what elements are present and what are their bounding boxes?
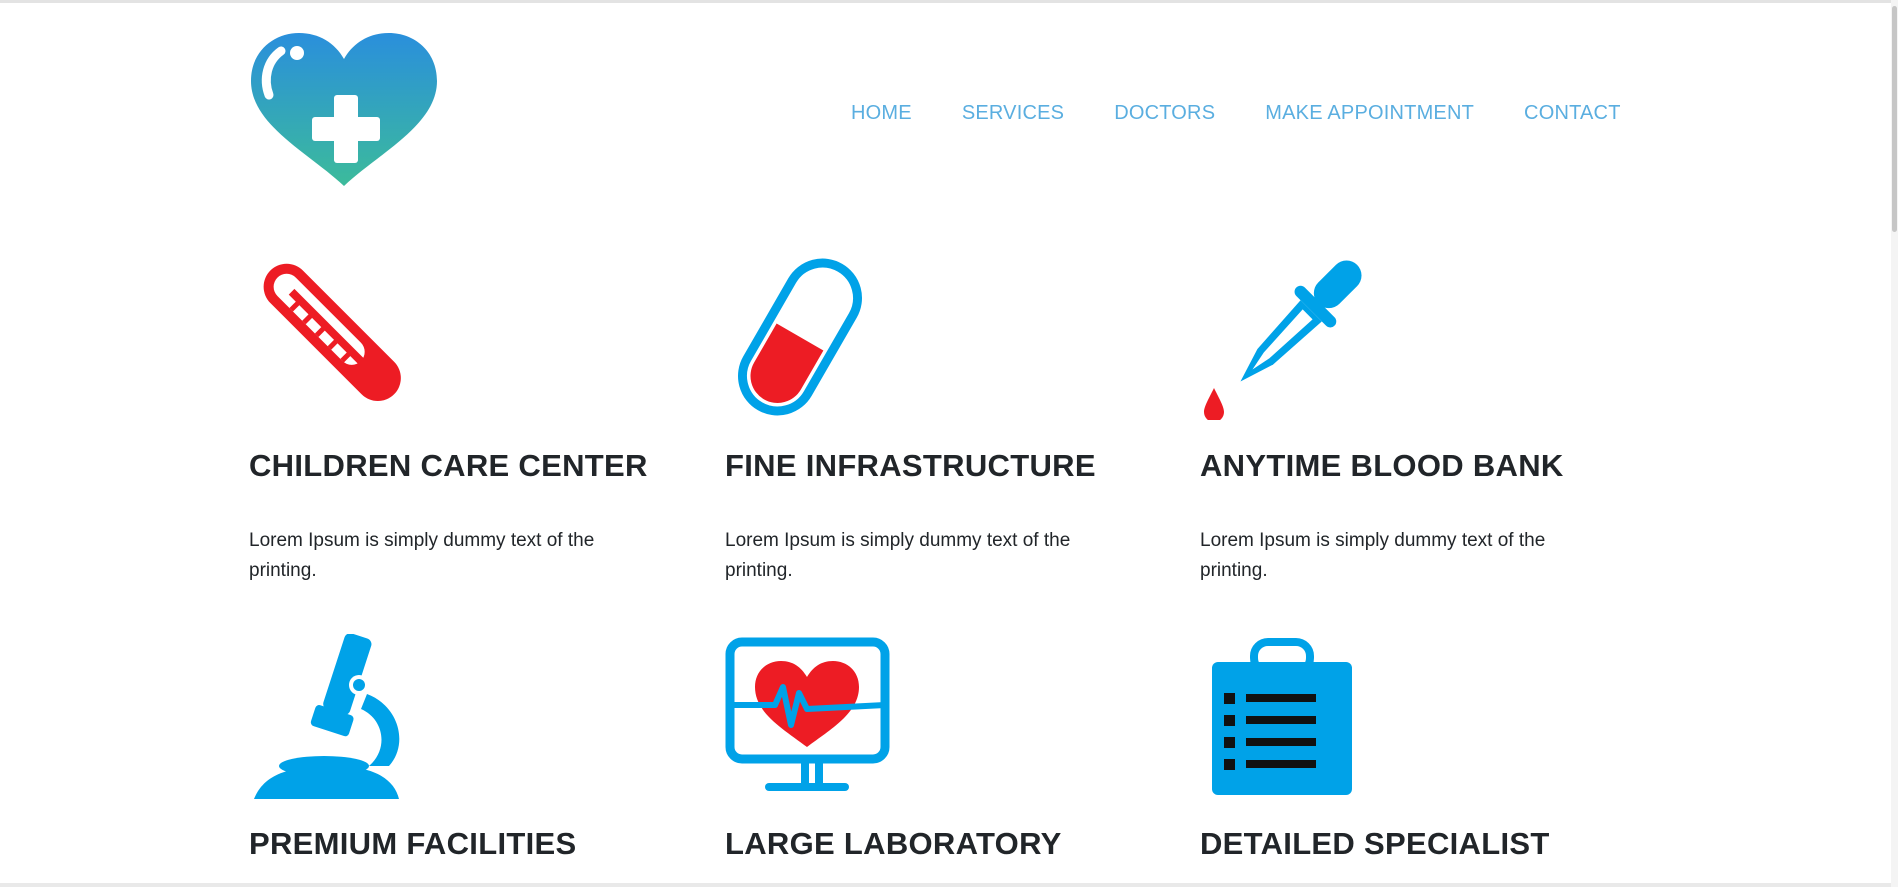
nav-contact-link[interactable]: CONTACT [1524,102,1621,125]
feature-text: Lorem Ipsum is simply dummy text of the … [249,530,595,581]
nav-make-appointment-link[interactable]: MAKE APPOINTMENT [1265,102,1474,125]
heart-cross-logo-icon[interactable] [249,33,439,186]
thermometer-icon [263,263,401,402]
feature-title: ANYTIME BLOOD BANK [1200,448,1564,483]
scrollbar-thumb[interactable] [1892,6,1897,232]
top-border [0,0,1898,3]
feature-title: DETAILED SPECIALIST [1200,826,1550,861]
feature-title: LARGE LABORATORY [725,826,1062,861]
nav-doctors-link[interactable]: DOCTORS [1114,102,1215,125]
pill-capsule-icon [738,258,862,416]
microscope-icon [254,634,400,799]
dropper-icon [1204,260,1362,420]
nav-home-link[interactable]: HOME [851,102,912,125]
clipboard-icon [1212,638,1352,795]
feature-title: FINE INFRASTRUCTURE [725,448,1096,483]
bottom-border [0,883,1898,887]
heart-monitor-icon [725,637,890,791]
feature-text: Lorem Ipsum is simply dummy text of the … [1200,530,1546,581]
feature-title: PREMIUM FACILITIES [249,826,577,861]
page-scrollbar[interactable] [1891,0,1898,887]
main-nav: HOME SERVICES DOCTORS MAKE APPOINTMENT C… [851,102,1621,125]
nav-services-link[interactable]: SERVICES [962,102,1064,125]
feature-title: CHILDREN CARE CENTER [249,448,648,483]
feature-text: Lorem Ipsum is simply dummy text of the … [725,530,1071,581]
